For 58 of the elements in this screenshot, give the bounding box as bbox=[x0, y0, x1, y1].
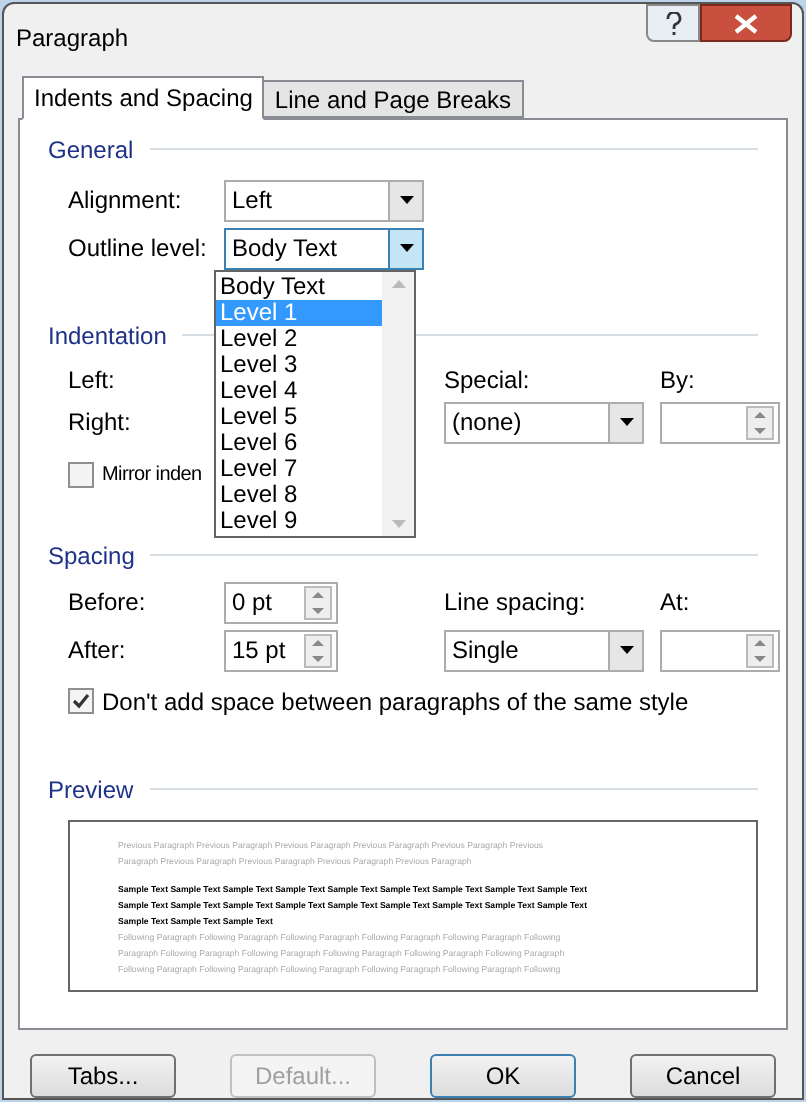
field-label: Special: bbox=[444, 363, 530, 398]
dropdown-option[interactable]: Level 2 bbox=[216, 325, 382, 352]
help-button[interactable] bbox=[646, 4, 700, 42]
field-label: Before: bbox=[68, 586, 146, 621]
dropdown-field[interactable]: (none) bbox=[444, 401, 644, 444]
field-label: Alignment: bbox=[68, 184, 182, 219]
caret-icon bbox=[399, 244, 413, 253]
checkbox-label: Don't add space between paragraphs of the same style bbox=[102, 685, 689, 720]
dropdown-field[interactable]: Body Text bbox=[224, 227, 424, 270]
field-label: At: bbox=[660, 586, 690, 621]
dropdown-option[interactable]: Level 5 bbox=[216, 403, 382, 430]
dialog-button[interactable]: OK bbox=[430, 1054, 576, 1098]
field-label: Line spacing: bbox=[444, 586, 586, 621]
dropdown-option[interactable]: Level 3 bbox=[216, 351, 382, 378]
field-label: Left: bbox=[68, 363, 115, 398]
field-label: After: bbox=[68, 634, 126, 669]
caret-icon bbox=[619, 418, 633, 427]
dropdown-option[interactable]: Body Text bbox=[216, 273, 382, 300]
dropdown-option[interactable]: Level 9 bbox=[216, 507, 382, 534]
caret-icon bbox=[619, 646, 633, 655]
checkmark-icon bbox=[72, 692, 90, 711]
dialog-button[interactable]: Cancel bbox=[630, 1054, 776, 1098]
dropdown-option[interactable]: Level 7 bbox=[216, 455, 382, 482]
dropdown-option[interactable]: Level 8 bbox=[216, 481, 382, 508]
section-heading: Preview bbox=[48, 773, 134, 808]
window-title: Paragraph bbox=[16, 22, 131, 56]
dropdown-button[interactable] bbox=[388, 181, 422, 220]
tab[interactable]: Indents and Spacing bbox=[22, 75, 265, 120]
dropdown-button[interactable] bbox=[388, 229, 422, 268]
spin-field[interactable]: 15 pt bbox=[224, 629, 338, 672]
checkbox[interactable] bbox=[68, 461, 94, 488]
dropdown-button[interactable] bbox=[608, 403, 642, 442]
close-button[interactable] bbox=[700, 4, 792, 42]
checkbox-label: Mirror inden bbox=[102, 461, 202, 490]
spinner-arrows-icon[interactable] bbox=[746, 633, 774, 668]
spinner-arrows-icon[interactable] bbox=[304, 633, 332, 668]
dropdown-option[interactable]: Level 4 bbox=[216, 377, 382, 404]
dropdown-field[interactable]: Left bbox=[224, 179, 424, 222]
section-heading: Spacing bbox=[48, 539, 135, 574]
spinner-arrows-icon[interactable] bbox=[746, 405, 774, 440]
checkbox[interactable] bbox=[68, 688, 94, 715]
help-icon bbox=[665, 11, 681, 35]
field-label: Right: bbox=[68, 406, 131, 441]
caret-icon bbox=[399, 196, 413, 205]
section-heading: General bbox=[48, 133, 134, 168]
spin-field[interactable] bbox=[660, 401, 780, 444]
spinner-arrows-icon[interactable] bbox=[304, 585, 332, 620]
dropdown-button[interactable] bbox=[608, 631, 642, 670]
tab[interactable]: Line and Page Breaks bbox=[262, 79, 524, 118]
dialog-button[interactable]: Tabs... bbox=[30, 1054, 176, 1098]
field-label: Outline level: bbox=[68, 232, 207, 267]
dropdown-option[interactable]: Level 6 bbox=[216, 429, 382, 456]
close-icon bbox=[734, 13, 758, 33]
spin-field[interactable]: 0 pt bbox=[224, 581, 338, 624]
section-heading: Indentation bbox=[48, 319, 167, 354]
dropdown-field[interactable]: Single bbox=[444, 629, 644, 672]
spin-field[interactable] bbox=[660, 629, 780, 672]
field-label: By: bbox=[660, 363, 695, 398]
